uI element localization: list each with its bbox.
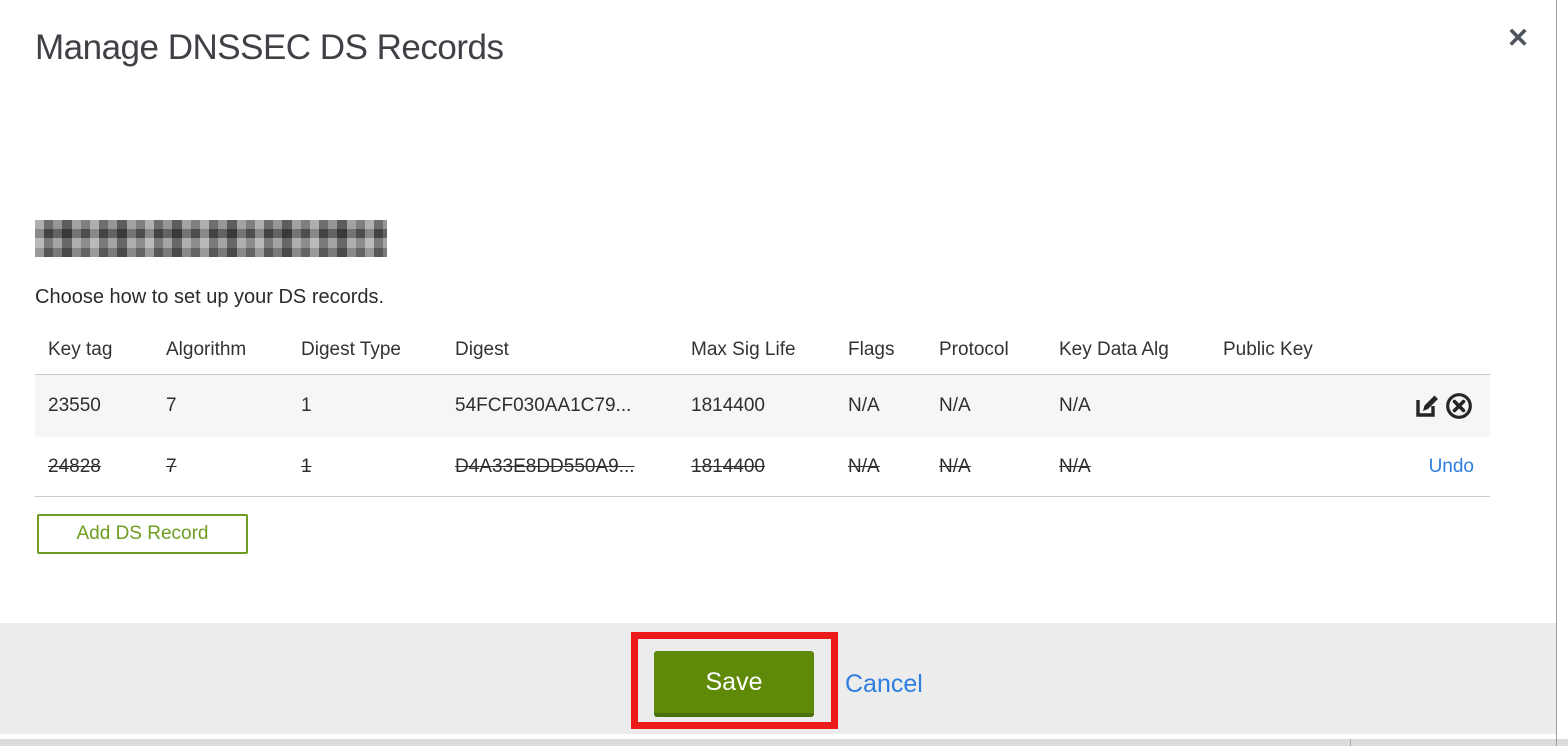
cell-flags: N/A	[848, 455, 880, 477]
column-header-key-data-alg: Key Data Alg	[1059, 339, 1169, 360]
cell-key-data-alg: N/A	[1059, 395, 1091, 416]
table-header-row: Key tag Algorithm Digest Type Digest Max…	[35, 330, 1490, 375]
cell-digest-type: 1	[301, 455, 312, 477]
table-row: 23550 7 1 54FCF030AA1C79... 1814400 N/A …	[35, 375, 1490, 437]
page-background-strip	[0, 739, 1568, 746]
cell-flags: N/A	[848, 395, 880, 416]
close-icon[interactable]: ✕	[1498, 18, 1538, 58]
screen: Manage DNSSEC DS Records ✕ Choose how to…	[0, 0, 1568, 746]
column-header-max-sig-life: Max Sig Life	[691, 339, 796, 360]
cell-key-tag: 23550	[48, 395, 101, 416]
column-header-digest-type: Digest Type	[301, 339, 401, 360]
undo-link[interactable]: Undo	[1429, 456, 1474, 478]
add-ds-record-button[interactable]: Add DS Record	[37, 514, 248, 554]
save-button[interactable]: Save	[654, 651, 814, 717]
background-divider-line	[1350, 739, 1351, 746]
column-header-key-tag: Key tag	[48, 339, 113, 360]
column-header-flags: Flags	[848, 339, 895, 360]
manage-dnssec-modal: Manage DNSSEC DS Records ✕ Choose how to…	[0, 0, 1557, 734]
ds-records-table: Key tag Algorithm Digest Type Digest Max…	[35, 330, 1490, 497]
edit-record-icon[interactable]	[1412, 391, 1442, 421]
instruction-text: Choose how to set up your DS records.	[35, 286, 385, 308]
cancel-link[interactable]: Cancel	[845, 670, 923, 699]
table-row-deleted: 24828 7 1 D4A33E8DD550A9... 1814400 N/A …	[35, 437, 1490, 497]
modal-right-border	[1556, 0, 1557, 746]
row-actions	[1412, 391, 1474, 421]
column-header-digest: Digest	[455, 339, 509, 360]
cell-max-sig-life: 1814400	[691, 395, 765, 416]
cell-key-tag: 24828	[48, 455, 101, 477]
column-header-protocol: Protocol	[939, 339, 1009, 360]
delete-record-icon[interactable]	[1444, 391, 1474, 421]
redacted-domain-name	[35, 220, 387, 257]
cell-key-data-alg: N/A	[1059, 455, 1091, 477]
cell-digest: D4A33E8DD550A9...	[455, 455, 635, 477]
cell-algorithm: 7	[166, 395, 177, 416]
cell-protocol: N/A	[939, 455, 971, 477]
cell-max-sig-life: 1814400	[691, 455, 765, 477]
cell-protocol: N/A	[939, 395, 971, 416]
column-header-algorithm: Algorithm	[166, 339, 247, 360]
cell-digest: 54FCF030AA1C79...	[455, 395, 632, 416]
cell-digest-type: 1	[301, 395, 312, 416]
page-title: Manage DNSSEC DS Records	[35, 28, 504, 67]
modal-footer: Save Cancel	[0, 623, 1557, 734]
column-header-public-key: Public Key	[1223, 339, 1313, 360]
cell-algorithm: 7	[166, 455, 177, 477]
